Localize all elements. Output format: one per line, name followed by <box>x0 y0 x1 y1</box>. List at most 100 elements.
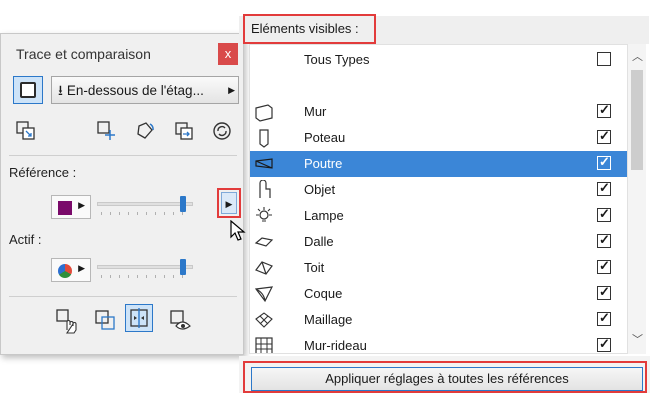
arrow-down-icon: ⭳ <box>58 82 63 98</box>
list-item-coque[interactable]: Coque ✓ <box>250 281 627 307</box>
visibility-checkbox[interactable]: ✓ <box>597 206 611 222</box>
reference-color-swatch <box>58 201 72 215</box>
reference-floor-dropdown[interactable]: ⭳ En-dessous de l'étag... ▶ <box>51 76 239 104</box>
roof-icon <box>255 261 273 275</box>
visibility-checkbox[interactable]: ✓ <box>597 232 611 248</box>
expand-panel-button[interactable]: ▶ <box>221 192 237 214</box>
list-item-objet[interactable]: Objet ✓ <box>250 177 627 203</box>
slider-track <box>97 202 193 206</box>
list-item-label: Mur <box>304 104 327 119</box>
list-item-lampe[interactable]: Lampe ✓ <box>250 203 627 229</box>
color-pie-icon <box>58 264 72 278</box>
wall-icon <box>255 104 273 122</box>
active-label: Actif : <box>9 232 42 247</box>
beam-icon <box>255 158 273 169</box>
column-icon <box>259 129 269 148</box>
list-item-label: Objet <box>304 182 336 197</box>
grab-reference-icon[interactable] <box>53 306 81 334</box>
list-item-label: Poteau <box>304 130 346 145</box>
visibility-checkbox[interactable]: ✓ <box>597 102 611 118</box>
reference-color-button[interactable]: ▶ <box>51 195 91 219</box>
checkmark-icon: ✓ <box>599 154 610 169</box>
expand-panel-button-highlight: ▶ <box>217 188 241 218</box>
list-scrollbar[interactable]: ︿ ﹀ <box>628 44 646 354</box>
highlight-differences-icon[interactable] <box>166 306 194 334</box>
split-compare-icon <box>130 308 148 328</box>
list-item-mur[interactable]: Mur ✓ <box>250 99 627 125</box>
rotate-reference-icon[interactable] <box>134 120 156 142</box>
checkmark-icon: ✓ <box>599 232 610 247</box>
list-item-label: Maillage <box>304 312 353 327</box>
floor-dropdown-label: En-dessous de l'étag... <box>66 83 204 98</box>
checkmark-icon: ✓ <box>599 284 610 299</box>
mirror-reference-icon[interactable] <box>173 120 195 142</box>
apply-to-all-references-button[interactable]: Appliquer réglages à toutes les référenc… <box>251 367 643 391</box>
scrollbar-thumb[interactable] <box>631 70 643 170</box>
visibility-checkbox[interactable]: ✓ <box>597 310 611 326</box>
list-item-poteau[interactable]: Poteau ✓ <box>250 125 627 151</box>
trace-square-icon <box>20 82 36 98</box>
list-item-tous-types[interactable]: Tous Types <box>250 47 627 73</box>
reference-label: Référence : <box>9 165 77 180</box>
palette-title: Trace et comparaison <box>16 46 151 62</box>
divider <box>9 296 237 297</box>
show-trace-toggle-button[interactable] <box>13 76 43 104</box>
checkmark-icon: ✓ <box>599 206 610 221</box>
compare-overlay-icon[interactable] <box>91 306 119 334</box>
list-item-label: Toit <box>304 260 325 275</box>
visible-elements-list: Tous Types Mur ✓ Poteau ✓ Poutre ✓ Objet ✓ Lampe ✓… <box>249 44 628 354</box>
visibility-checkbox[interactable]: ✓ <box>597 336 611 352</box>
visibility-checkbox[interactable]: ✓ <box>597 258 611 274</box>
triangle-right-icon: ▶ <box>78 200 85 210</box>
visibility-checkbox[interactable]: ✓ <box>597 128 611 144</box>
list-item-poutre[interactable]: Poutre ✓ <box>250 151 627 177</box>
split-compare-button[interactable] <box>125 304 153 332</box>
mouse-cursor-icon <box>230 220 246 241</box>
slider-ticks <box>101 212 187 215</box>
move-reference-icon[interactable] <box>96 120 118 142</box>
reference-opacity-slider[interactable] <box>97 196 193 216</box>
slider-thumb[interactable] <box>179 196 186 212</box>
list-item-dalle[interactable]: Dalle ✓ <box>250 229 627 255</box>
trace-compare-palette: Trace et comparaison x ⭳ En-dessous de l'… <box>0 33 244 355</box>
checkmark-icon: ✓ <box>599 180 610 195</box>
active-display-button[interactable]: ▶ <box>51 258 91 282</box>
object-icon <box>259 180 271 198</box>
checkmark-icon: ✓ <box>599 128 610 143</box>
scroll-up-icon[interactable]: ︿ <box>632 48 643 64</box>
checkmark-icon: ✓ <box>599 258 610 273</box>
slider-track <box>97 265 193 269</box>
list-item-label: Poutre <box>304 156 343 171</box>
list-item-label: Lampe <box>304 208 344 223</box>
shell-icon <box>254 286 274 303</box>
list-item-label: Coque <box>304 286 343 301</box>
divider <box>9 155 237 156</box>
slider-ticks <box>101 275 187 278</box>
list-item-label: Dalle <box>304 234 334 249</box>
mesh-icon <box>255 312 273 328</box>
visible-elements-header: Eléments visibles : <box>243 14 376 44</box>
list-item-mur-rideau[interactable]: Mur-rideau ✓ <box>250 333 627 353</box>
active-opacity-slider[interactable] <box>97 259 193 279</box>
scroll-down-icon[interactable]: ﹀ <box>632 331 643 347</box>
lamp-icon <box>256 207 272 222</box>
list-separator-row <box>250 73 627 99</box>
slider-thumb[interactable] <box>179 259 186 275</box>
list-item-toit[interactable]: Toit ✓ <box>250 255 627 281</box>
reset-reference-icon[interactable] <box>211 120 233 142</box>
visibility-checkbox[interactable] <box>597 52 611 66</box>
visibility-checkbox[interactable]: ✓ <box>597 154 611 170</box>
list-item-label: Tous Types <box>304 52 370 67</box>
visibility-checkbox[interactable]: ✓ <box>597 180 611 196</box>
triangle-right-icon: ▶ <box>78 263 85 273</box>
checkmark-icon: ✓ <box>599 336 610 351</box>
triangle-right-icon: ▶ <box>228 85 235 95</box>
visibility-checkbox[interactable]: ✓ <box>597 284 611 300</box>
checkmark-icon: ✓ <box>599 102 610 117</box>
close-button[interactable]: x <box>218 43 238 65</box>
curtain-wall-icon <box>255 337 273 353</box>
list-item-label: Mur-rideau <box>304 338 367 353</box>
list-item-maillage[interactable]: Maillage ✓ <box>250 307 627 333</box>
slab-icon <box>254 237 274 247</box>
switch-reference-icon[interactable] <box>15 120 37 142</box>
